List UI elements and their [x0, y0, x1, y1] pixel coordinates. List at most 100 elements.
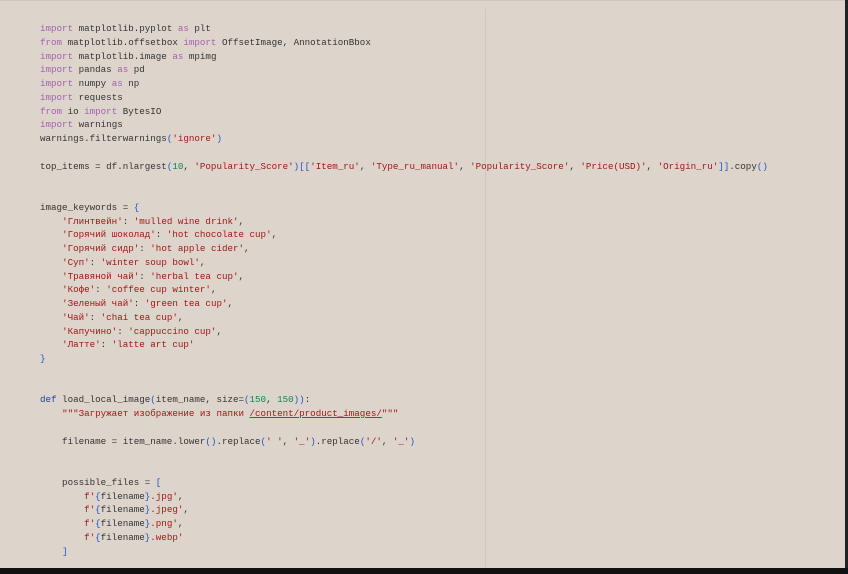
code-text: image_keywords = [40, 201, 134, 213]
code-line[interactable] [40, 173, 768, 187]
keyword-token: import [40, 91, 74, 103]
code-line[interactable]: f'{filename}.webp' [40, 531, 768, 545]
string-token: '_' [293, 435, 311, 447]
code-line[interactable]: def load_local_image(item_name, size=(15… [40, 393, 768, 407]
code-line[interactable]: import numpy as np [40, 77, 768, 91]
code-text: , [216, 325, 222, 337]
string-token: 'Латте' [62, 339, 101, 351]
code-text: .replace [216, 435, 261, 447]
string-token: 'mulled wine drink' [133, 215, 239, 227]
code-text: , [359, 160, 371, 172]
code-text: , [183, 160, 195, 172]
code-line[interactable]: from matplotlib.offsetbox import OffsetI… [40, 36, 768, 50]
code-text: .copy [729, 160, 757, 172]
string-token: 'Item_ru' [310, 160, 360, 172]
code-line[interactable]: 'Зеленый чай': 'green tea cup', [40, 297, 768, 311]
keyword-token: import [40, 78, 74, 89]
code-line[interactable] [40, 462, 768, 476]
code-line[interactable] [40, 366, 768, 380]
code-line[interactable]: import requests [40, 91, 768, 105]
code-text: filename [100, 518, 145, 529]
code-text: : [89, 256, 101, 268]
code-line[interactable]: 'Суп': 'winter soup bowl', [40, 256, 768, 270]
code-line[interactable]: f'{filename}.png', [40, 517, 768, 531]
string-token: '_' [392, 435, 410, 447]
string-token: 'winter soup bowl' [100, 256, 200, 268]
string-token: 'Price(USD)' [580, 160, 647, 172]
code-line[interactable]: possible_files = [ [40, 476, 768, 490]
bracket-token: ) [216, 133, 222, 144]
code-text: , [227, 298, 233, 309]
code-text: matplotlib.offsetbox [62, 36, 184, 48]
string-token: 'Горячий шоколад' [62, 229, 156, 241]
code-text: filename [100, 531, 145, 543]
code-text: : [122, 215, 134, 227]
code-line[interactable]: f'{filename}.jpeg', [40, 503, 768, 517]
code-line[interactable]: warnings.filterwarnings('ignore') [40, 132, 768, 146]
bracket-token: ]] [718, 160, 730, 172]
code-line[interactable]: import matplotlib.pyplot as plt [40, 22, 768, 36]
code-line[interactable]: 'Латте': 'latte art cup' [40, 338, 768, 352]
string-token: 'ignore' [172, 133, 217, 144]
number-token: 10 [172, 160, 184, 172]
string-token: 'Popularity_Score' [470, 160, 570, 172]
string-token: 'green tea cup' [144, 298, 228, 309]
code-text: possible_files = [40, 476, 156, 488]
code-line[interactable]: 'Травяной чай': 'herbal tea cup', [40, 270, 768, 284]
bracket-token: )) [293, 394, 305, 406]
code-line[interactable]: 'Капучино': 'cappuccino cup', [40, 325, 768, 339]
code-line[interactable]: 'Горячий сидр': 'hot apple cider', [40, 242, 768, 256]
string-token: 'Зеленый чай' [62, 298, 134, 309]
keyword-token: import [84, 105, 118, 117]
code-text: : [139, 243, 151, 254]
code-line[interactable]: 'Чай': 'chai tea cup', [40, 311, 768, 325]
code-line[interactable]: ] [40, 545, 768, 559]
code-text: mpimg [183, 50, 217, 62]
keyword-token: as [117, 64, 129, 76]
code-line[interactable]: import matplotlib.image as mpimg [40, 50, 768, 64]
code-line[interactable]: top_items = df.nlargest(10, 'Popularity_… [40, 160, 768, 174]
string-token: f' [84, 490, 96, 502]
path-string-token: /content/product_images/ [249, 408, 382, 419]
string-token: 'hot chocolate cup' [166, 229, 272, 241]
code-line[interactable]: 'Кофе': 'coffee cup winter', [40, 283, 768, 297]
code-line[interactable] [40, 421, 768, 435]
code-line[interactable]: filename = item_name.lower().replace(' '… [40, 435, 768, 449]
code-line[interactable]: f'{filename}.jpg', [40, 490, 768, 504]
code-text: : [304, 394, 311, 406]
code-text: , [177, 490, 184, 502]
code-text: filename = item_name.lower [40, 435, 206, 447]
code-text: : [133, 298, 145, 309]
code-line[interactable]: } [40, 352, 768, 366]
code-line[interactable] [40, 187, 768, 201]
code-line[interactable]: from io import BytesIO [40, 105, 768, 119]
code-line[interactable]: 'Горячий шоколад': 'hot chocolate cup', [40, 228, 768, 242]
code-line[interactable]: image_keywords = { [40, 201, 768, 215]
code-text: , [282, 435, 294, 447]
string-token: 'herbal tea cup' [150, 270, 239, 282]
code-line[interactable] [40, 448, 768, 462]
code-line[interactable]: import pandas as pd [40, 63, 768, 77]
code-line[interactable]: """Загружает изображение из папки /conte… [40, 407, 768, 421]
code-text: warnings [73, 119, 123, 131]
string-token: """Загружает изображение из папки [62, 408, 250, 419]
code-line[interactable]: 'Глинтвейн': 'mulled wine drink', [40, 215, 768, 229]
code-text: , [459, 160, 471, 172]
code-line[interactable] [40, 146, 768, 160]
code-editor[interactable]: import matplotlib.pyplot as plt from matp… [0, 0, 845, 569]
bracket-token: ] [62, 545, 68, 557]
string-token: 'cappuccino cup' [128, 325, 217, 337]
keyword-token: import [183, 36, 217, 48]
code-line[interactable]: import warnings [40, 118, 768, 132]
code-text: plt [188, 23, 211, 34]
bracket-token: } [40, 353, 46, 364]
code-line[interactable] [40, 380, 768, 394]
code-area[interactable]: import matplotlib.pyplot as plt from matp… [40, 22, 768, 558]
